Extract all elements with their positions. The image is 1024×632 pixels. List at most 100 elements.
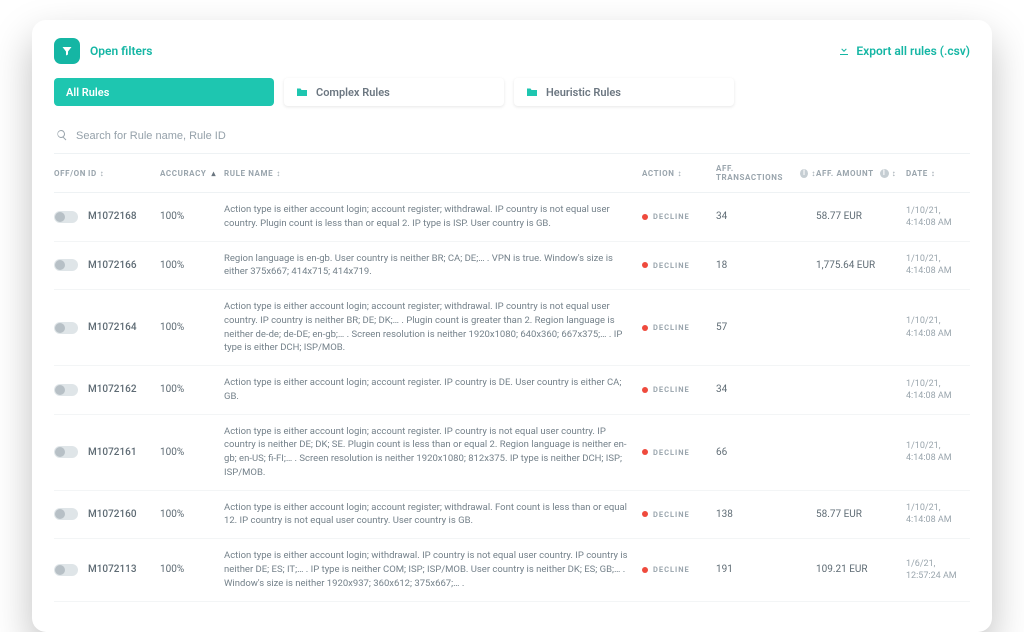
tab-label: Heuristic Rules bbox=[546, 86, 621, 99]
cell-toggle bbox=[54, 322, 88, 334]
cell-rule-name: Action type is either account login; acc… bbox=[224, 300, 642, 355]
status-dot-icon bbox=[642, 449, 648, 455]
cell-accuracy: 100% bbox=[160, 322, 224, 333]
cell-toggle bbox=[54, 508, 88, 520]
cell-id: M1072113 bbox=[88, 564, 160, 575]
info-icon[interactable]: i bbox=[800, 169, 808, 178]
th-accuracy[interactable]: ACCURACY bbox=[160, 169, 224, 178]
cell-id: M1072161 bbox=[88, 447, 160, 458]
cell-rule-name: Action type is either account login; acc… bbox=[224, 376, 642, 404]
table-row: M1072161 100% Action type is either acco… bbox=[54, 415, 970, 491]
cell-action: DECLINE bbox=[642, 261, 716, 270]
cell-rule-name: Action type is either account login; acc… bbox=[224, 501, 642, 529]
rule-toggle[interactable] bbox=[54, 322, 78, 334]
cell-accuracy: 100% bbox=[160, 564, 224, 575]
table-row: M1072166 100% Region language is en-gb. … bbox=[54, 242, 970, 291]
table-body: M1072168 100% Action type is either acco… bbox=[54, 193, 970, 602]
action-label: DECLINE bbox=[653, 565, 690, 574]
th-toggle: OFF/ON bbox=[54, 169, 88, 178]
action-label: DECLINE bbox=[653, 510, 690, 519]
action-label: DECLINE bbox=[653, 261, 690, 270]
cell-rule-name: Action type is either account login; acc… bbox=[224, 203, 642, 231]
status-dot-icon bbox=[642, 387, 648, 393]
cell-action: DECLINE bbox=[642, 385, 716, 394]
cell-aff-tx: 66 bbox=[716, 447, 816, 458]
cell-accuracy: 100% bbox=[160, 211, 224, 222]
rule-toggle[interactable] bbox=[54, 446, 78, 458]
rule-toggle[interactable] bbox=[54, 508, 78, 520]
action-label: DECLINE bbox=[653, 212, 690, 221]
cell-aff-amt: 58.77 EUR bbox=[816, 211, 906, 222]
cell-aff-tx: 18 bbox=[716, 260, 816, 271]
table-row: M1072162 100% Action type is either acco… bbox=[54, 366, 970, 415]
cell-aff-tx: 34 bbox=[716, 384, 816, 395]
topbar: Open filters Export all rules (.csv) bbox=[54, 38, 970, 64]
cell-action: DECLINE bbox=[642, 323, 716, 332]
table-row: M1072113 100% Action type is either acco… bbox=[54, 539, 970, 601]
cell-action: DECLINE bbox=[642, 565, 716, 574]
cell-accuracy: 100% bbox=[160, 384, 224, 395]
cell-aff-tx: 191 bbox=[716, 564, 816, 575]
folder-icon bbox=[296, 87, 308, 97]
cell-aff-tx: 57 bbox=[716, 322, 816, 333]
cell-date: 1/10/21, 4:14:08 AM bbox=[906, 502, 970, 526]
rule-toggle[interactable] bbox=[54, 211, 78, 223]
funnel-icon bbox=[54, 38, 80, 64]
info-icon[interactable]: i bbox=[880, 169, 889, 178]
search-row bbox=[54, 122, 970, 154]
cell-toggle bbox=[54, 259, 88, 271]
cell-toggle bbox=[54, 384, 88, 396]
open-filters-button[interactable]: Open filters bbox=[54, 38, 152, 64]
cell-aff-amt: 1,775.64 EUR bbox=[816, 260, 906, 271]
cell-id: M1072164 bbox=[88, 322, 160, 333]
cell-rule-name: Action type is either account login; wit… bbox=[224, 549, 642, 590]
rule-toggle[interactable] bbox=[54, 384, 78, 396]
cell-date: 1/10/21, 4:14:08 AM bbox=[906, 253, 970, 277]
cell-action: DECLINE bbox=[642, 510, 716, 519]
status-dot-icon bbox=[642, 511, 648, 517]
status-dot-icon bbox=[642, 214, 648, 220]
cell-accuracy: 100% bbox=[160, 447, 224, 458]
status-dot-icon bbox=[642, 325, 648, 331]
table-row: M1072160 100% Action type is either acco… bbox=[54, 491, 970, 540]
cell-aff-amt: 109.21 EUR bbox=[816, 564, 906, 575]
cell-aff-tx: 34 bbox=[716, 211, 816, 222]
th-aff-tx[interactable]: AFF. TRANSACTIONSi bbox=[716, 164, 816, 182]
cell-action: DECLINE bbox=[642, 448, 716, 457]
tab-heuristic-rules[interactable]: Heuristic Rules bbox=[514, 78, 734, 106]
th-id[interactable]: ID bbox=[88, 169, 160, 178]
cell-toggle bbox=[54, 446, 88, 458]
download-icon bbox=[838, 44, 850, 59]
cell-date: 1/6/21, 12:57:24 AM bbox=[906, 558, 970, 582]
table-header: OFF/ON ID ACCURACY RULE NAME ACTION AFF.… bbox=[54, 154, 970, 193]
action-label: DECLINE bbox=[653, 323, 690, 332]
cell-toggle bbox=[54, 211, 88, 223]
rule-toggle[interactable] bbox=[54, 259, 78, 271]
tab-complex-rules[interactable]: Complex Rules bbox=[284, 78, 504, 106]
th-rule-name[interactable]: RULE NAME bbox=[224, 169, 642, 178]
cell-date: 1/10/21, 4:14:08 AM bbox=[906, 378, 970, 402]
cell-action: DECLINE bbox=[642, 212, 716, 221]
tab-label: Complex Rules bbox=[316, 86, 390, 99]
cell-date: 1/10/21, 4:14:08 AM bbox=[906, 315, 970, 339]
export-button[interactable]: Export all rules (.csv) bbox=[838, 44, 970, 59]
cell-rule-name: Action type is either account login; acc… bbox=[224, 425, 642, 480]
status-dot-icon bbox=[642, 262, 648, 268]
rules-panel: Open filters Export all rules (.csv) All… bbox=[32, 20, 992, 632]
th-aff-amt[interactable]: AFF. AMOUNTi bbox=[816, 169, 906, 178]
cell-accuracy: 100% bbox=[160, 260, 224, 271]
action-label: DECLINE bbox=[653, 385, 690, 394]
action-label: DECLINE bbox=[653, 448, 690, 457]
th-date[interactable]: DATE bbox=[906, 169, 970, 178]
status-dot-icon bbox=[642, 567, 648, 573]
search-icon bbox=[56, 126, 68, 145]
tab-all-rules[interactable]: All Rules bbox=[54, 78, 274, 106]
cell-aff-amt: 58.77 EUR bbox=[816, 509, 906, 520]
cell-date: 1/10/21, 4:14:08 AM bbox=[906, 440, 970, 464]
tabs: All Rules Complex Rules Heuristic Rules bbox=[54, 78, 970, 106]
tab-label: All Rules bbox=[66, 86, 109, 99]
table-row: M1072164 100% Action type is either acco… bbox=[54, 290, 970, 366]
cell-date: 1/10/21, 4:14:08 AM bbox=[906, 205, 970, 229]
th-action[interactable]: ACTION bbox=[642, 169, 716, 178]
search-input[interactable] bbox=[76, 130, 968, 142]
